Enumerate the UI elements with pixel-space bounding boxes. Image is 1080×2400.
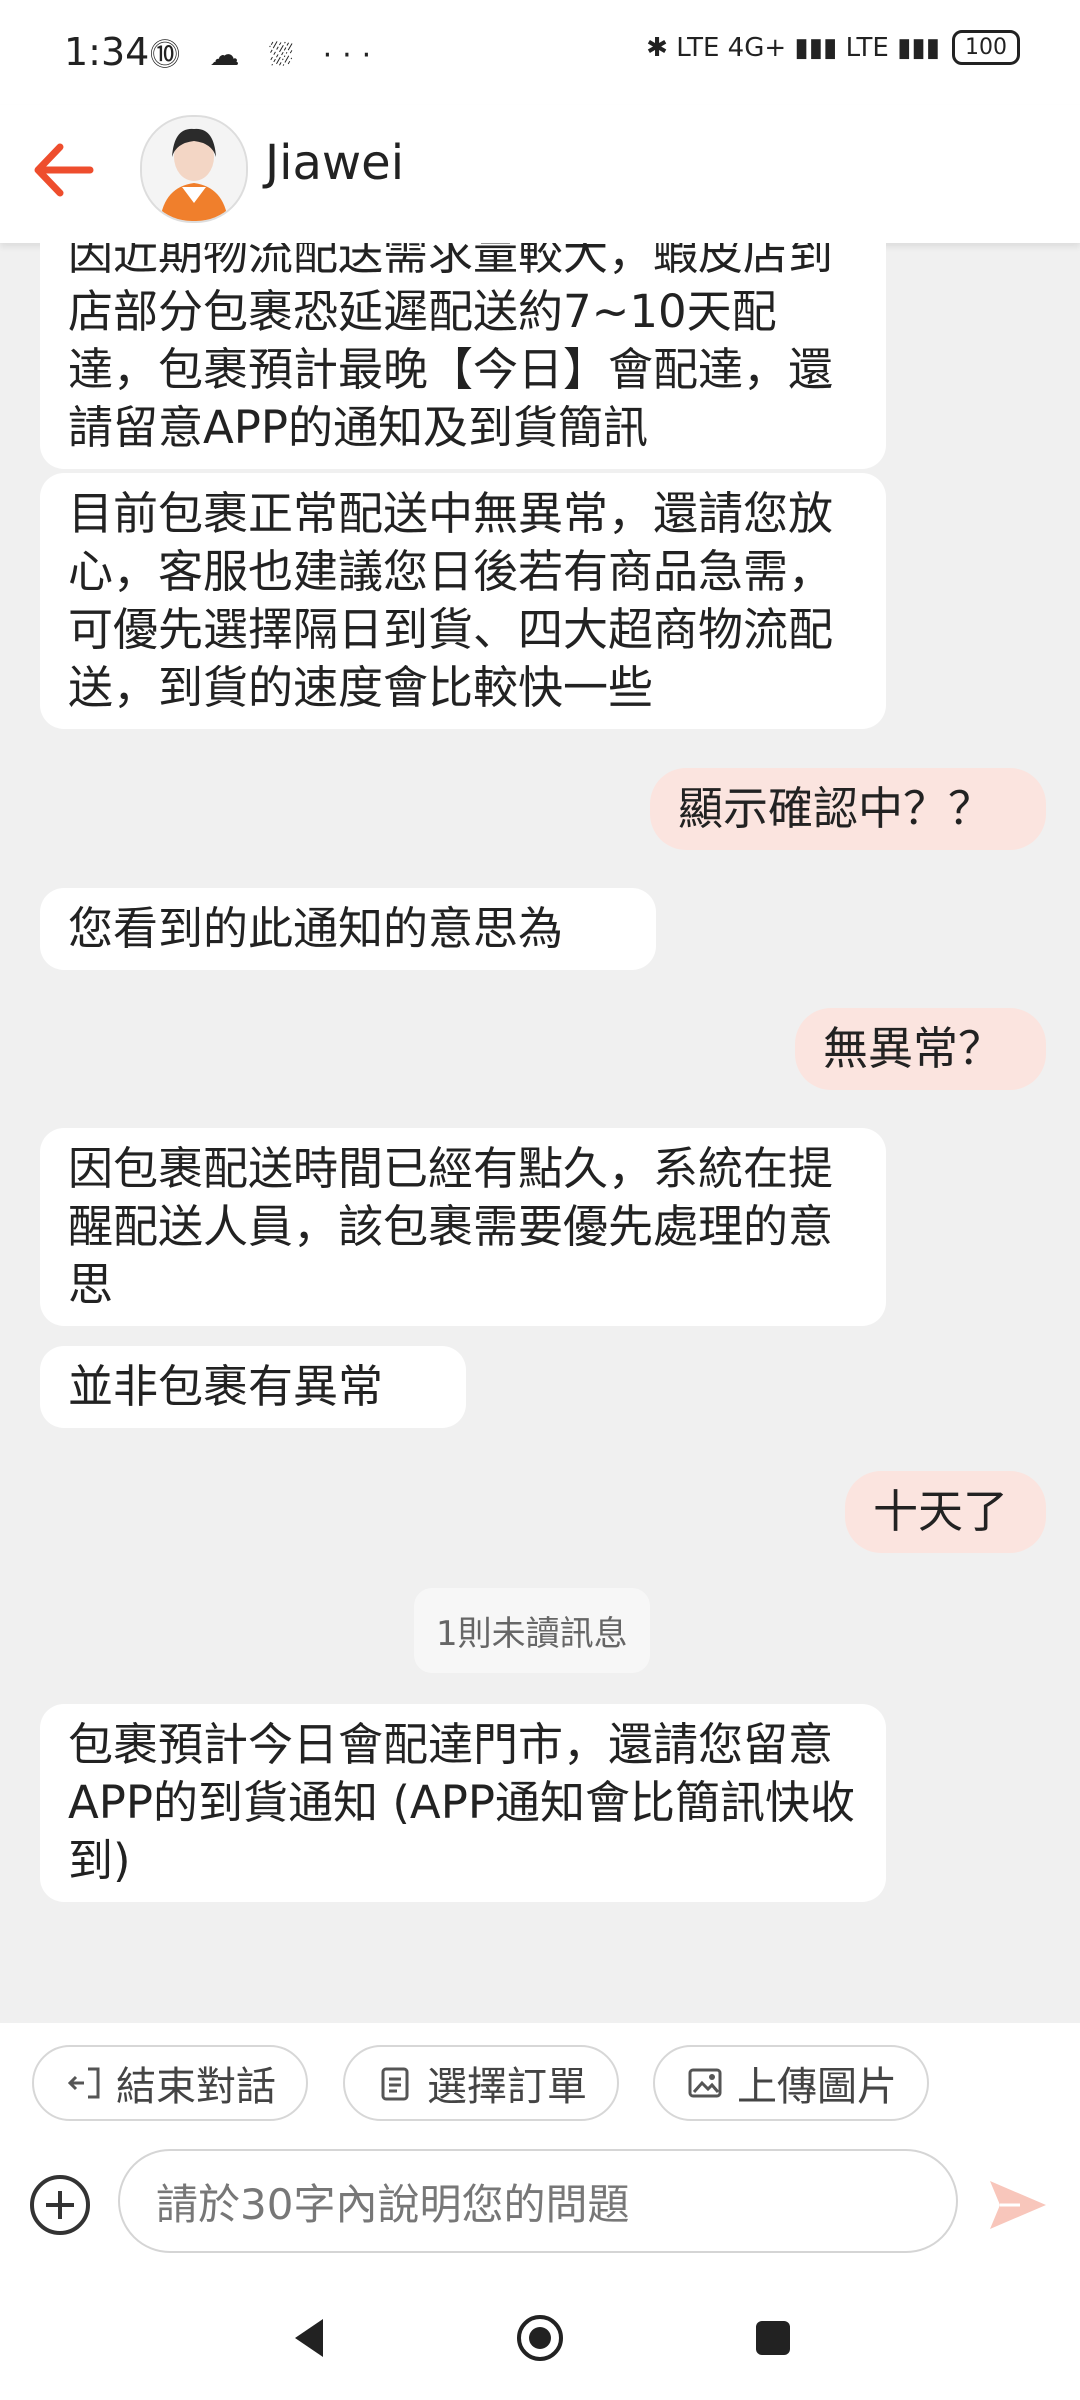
agent-name: Jiawei xyxy=(265,135,405,191)
quick-actions-bar: 結束對話 選擇訂單 上傳圖片 xyxy=(0,2023,1080,2133)
end-chat-label: 結束對話 xyxy=(116,2064,276,2110)
message-agent: 包裹預計今日會配達門市，還請您留意APP的到貨通知 (APP通知會比簡訊快收到) xyxy=(40,1704,886,1902)
send-icon[interactable] xyxy=(986,2173,1050,2237)
message-input-placeholder: 請於30字內說明您的問題 xyxy=(156,2179,630,2229)
exit-icon xyxy=(67,2067,100,2099)
add-icon[interactable] xyxy=(28,2173,92,2237)
agent-avatar xyxy=(140,115,248,223)
message-agent: 因包裹配送時間已經有點久，系統在提醒配送人員，該包裹需要優先處理的意思 xyxy=(40,1128,886,1326)
unread-divider: 1則未讀訊息 xyxy=(414,1588,650,1673)
message-agent: 並非包裹有異常 xyxy=(40,1346,466,1428)
home-nav-icon[interactable] xyxy=(515,2313,565,2363)
clipboard-icon xyxy=(381,2067,409,2101)
message-user: 顯示確認中？？ xyxy=(650,768,1046,850)
message-input[interactable]: 請於30字內說明您的問題 xyxy=(118,2149,958,2253)
signal-icons: ✱ LTE 4G+ ▮▮▮ LTE ▮▮▮ xyxy=(646,32,940,63)
upload-image-button[interactable]: 上傳圖片 xyxy=(653,2045,929,2121)
end-chat-button[interactable]: 結束對話 xyxy=(32,2045,308,2121)
status-time: 1:34 xyxy=(64,30,150,74)
back-nav-icon[interactable] xyxy=(285,2313,335,2363)
status-bar: 1:34 ⓾ ☁ ⛆ ··· ✱ LTE 4G+ ▮▮▮ LTE ▮▮▮ 100 xyxy=(0,0,1080,105)
select-order-label: 選擇訂單 xyxy=(427,2064,587,2110)
message-agent: 目前包裹正常配送中無異常，還請您放心，客服也建議您日後若有商品急需，可優先選擇隔… xyxy=(40,473,886,729)
status-right-icons: ✱ LTE 4G+ ▮▮▮ LTE ▮▮▮ 100 xyxy=(646,30,1020,65)
message-user: 無異常？ xyxy=(795,1008,1046,1090)
back-arrow-icon[interactable] xyxy=(30,135,110,205)
system-nav-bar xyxy=(0,2273,1080,2400)
chat-header: Jiawei xyxy=(0,105,1080,243)
battery-icon: 100 xyxy=(952,30,1020,65)
message-agent: 因近期物流配送需求量較大，蝦皮店到店部分包裹恐延遲配送約7~10天配達，包裹預計… xyxy=(40,243,886,469)
input-row: 請於30字內說明您的問題 xyxy=(0,2133,1080,2273)
recents-nav-icon[interactable] xyxy=(748,2313,798,2363)
chat-area[interactable]: 因近期物流配送需求量較大，蝦皮店到店部分包裹恐延遲配送約7~10天配達，包裹預計… xyxy=(0,243,1080,2023)
message-agent: 您看到的此通知的意思為 xyxy=(40,888,656,970)
image-icon xyxy=(688,2068,722,2098)
upload-image-label: 上傳圖片 xyxy=(737,2064,897,2110)
notification-icons: ⓾ ☁ ⛆ ··· xyxy=(150,38,382,73)
select-order-button[interactable]: 選擇訂單 xyxy=(343,2045,619,2121)
message-user: 十天了 xyxy=(845,1471,1046,1553)
